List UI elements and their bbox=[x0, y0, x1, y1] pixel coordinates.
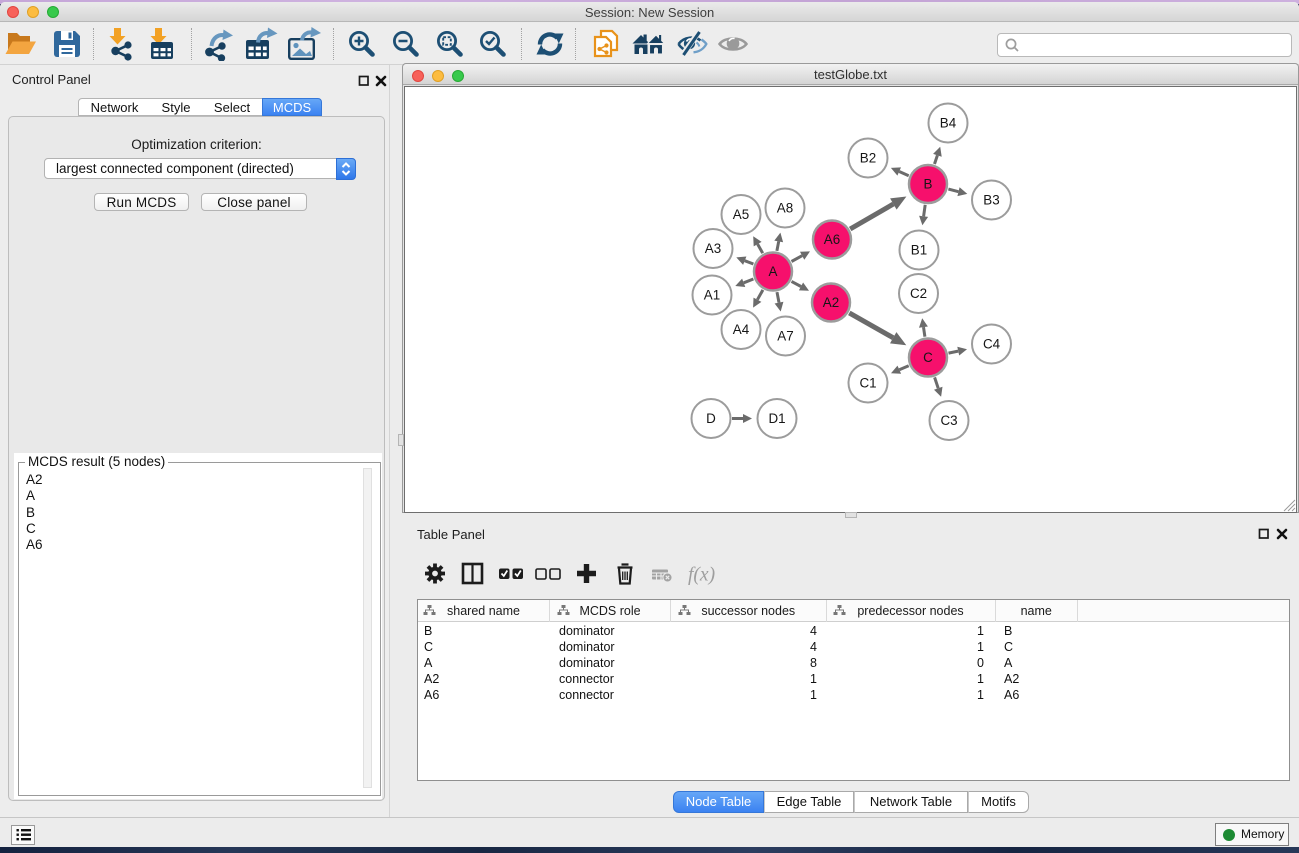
svg-text:D: D bbox=[706, 411, 716, 426]
svg-text:A: A bbox=[769, 264, 778, 279]
svg-text:B: B bbox=[924, 177, 933, 192]
svg-text:A8: A8 bbox=[777, 201, 793, 216]
svg-text:B4: B4 bbox=[940, 116, 957, 131]
svg-text:C3: C3 bbox=[940, 413, 957, 428]
svg-text:C4: C4 bbox=[983, 337, 1001, 352]
svg-text:A4: A4 bbox=[733, 322, 750, 337]
svg-text:f(x): f(x) bbox=[688, 565, 715, 586]
svg-text:C: C bbox=[923, 350, 933, 365]
svg-text:A3: A3 bbox=[705, 241, 721, 256]
svg-text:C1: C1 bbox=[859, 376, 876, 391]
svg-text:A5: A5 bbox=[733, 207, 749, 222]
svg-text:A2: A2 bbox=[823, 295, 839, 310]
svg-text:B3: B3 bbox=[983, 193, 999, 208]
svg-text:C2: C2 bbox=[910, 286, 927, 301]
svg-text:D1: D1 bbox=[768, 411, 785, 426]
svg-text:A6: A6 bbox=[824, 232, 840, 247]
svg-text:B2: B2 bbox=[860, 151, 876, 166]
svg-text:A1: A1 bbox=[704, 288, 720, 303]
svg-text:B1: B1 bbox=[911, 243, 927, 258]
svg-text:A7: A7 bbox=[777, 329, 793, 344]
